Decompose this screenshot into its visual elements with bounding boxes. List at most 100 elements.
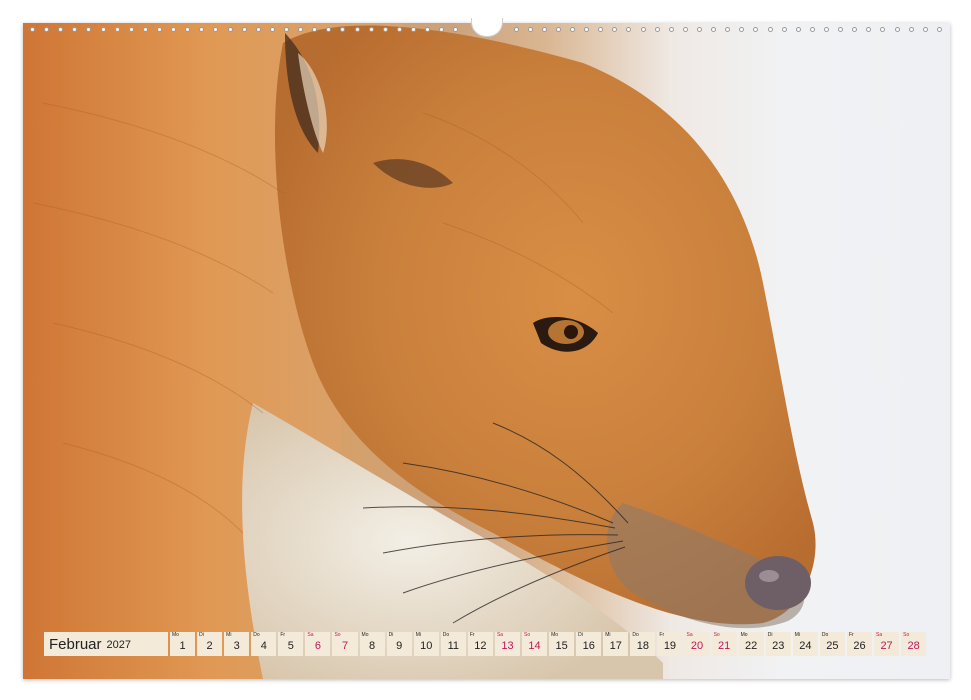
day-abbreviation: Fr (848, 632, 854, 638)
day-number: 26 (853, 640, 866, 652)
binding-hole (72, 26, 78, 32)
binding-hole (185, 26, 191, 32)
day-cell: Mo 15 (549, 632, 575, 656)
day-number: 17 (609, 640, 622, 652)
day-abbreviation: Sa (496, 632, 504, 638)
binding-hole (326, 26, 332, 32)
day-abbreviation: Mo (361, 632, 369, 638)
day-cell: Mo 1 (170, 632, 196, 656)
day-cell: Fr 12 (467, 632, 493, 656)
day-number: 27 (880, 640, 893, 652)
day-cell: Di 16 (576, 632, 602, 656)
day-cell: Sa 6 (305, 632, 331, 656)
day-number: 16 (582, 640, 595, 652)
month-calendar-strip: Februar 2027 Mo 1 Di 2 Mi 3 Do 4 Fr 5 Sa 6 So 7 Mo 8 Di 9… (44, 632, 927, 656)
day-abbreviation: Mo (551, 632, 559, 638)
day-cell: So 21 (711, 632, 737, 656)
day-cell: Mi 3 (224, 632, 250, 656)
month-label-cell: Februar 2027 (44, 632, 168, 656)
binding-hole (527, 26, 533, 32)
day-number: 13 (501, 640, 514, 652)
day-number: 6 (314, 640, 321, 652)
day-number: 18 (636, 640, 649, 652)
binding-hole (58, 26, 64, 32)
day-abbreviation: Mo (172, 632, 179, 638)
day-number: 23 (772, 640, 785, 652)
day-abbreviation: Do (253, 632, 260, 638)
binding-hole (425, 26, 431, 32)
binding-hole (541, 26, 547, 32)
binding-hole (555, 26, 561, 32)
day-abbreviation: Sa (876, 632, 883, 638)
binding-hole (824, 26, 830, 32)
day-cell: Mi 24 (792, 632, 818, 656)
day-cell: Sa 20 (684, 632, 710, 656)
binding-hole (396, 26, 402, 32)
binding-hole (368, 26, 374, 32)
fox-portrait-image (23, 23, 950, 679)
binding-hole (298, 26, 304, 32)
day-abbreviation: Di (578, 632, 583, 638)
day-abbreviation: Fr (469, 632, 475, 638)
day-abbreviation: Do (632, 632, 639, 638)
binding-hole (439, 26, 445, 32)
binding-hole (654, 26, 660, 32)
day-number: 12 (474, 640, 487, 652)
day-cell: Fr 5 (278, 632, 304, 656)
day-number: 3 (233, 640, 240, 652)
binding-hole (255, 26, 261, 32)
binding-hole (809, 26, 815, 32)
day-cell: So 14 (522, 632, 548, 656)
day-abbreviation: So (713, 632, 720, 638)
day-number: 28 (907, 640, 920, 652)
binding-hole (795, 26, 801, 32)
binding-hole (682, 26, 688, 32)
day-abbreviation: Sa (686, 632, 693, 638)
day-number: 24 (799, 640, 812, 652)
binding-hole (410, 26, 416, 32)
binding-hole (570, 26, 576, 32)
binding-hole (626, 26, 632, 32)
day-cell: Mi 17 (603, 632, 629, 656)
binding-hole (199, 26, 205, 32)
binding-hole (668, 26, 674, 32)
day-number: 11 (447, 640, 460, 652)
day-abbreviation: Mi (415, 632, 421, 638)
day-abbreviation: Fr (280, 632, 286, 638)
binding-hole (354, 26, 360, 32)
binding-hole (598, 26, 604, 32)
binding-hole (922, 26, 928, 32)
day-abbreviation: So (524, 632, 531, 638)
binding-hole (128, 26, 134, 32)
day-cell: So 28 (901, 632, 927, 656)
binding-hole (241, 26, 247, 32)
month-name: Februar (49, 635, 102, 653)
binding-hole (213, 26, 219, 32)
binding-hole (86, 26, 92, 32)
binding-hole (340, 26, 346, 32)
day-number: 14 (528, 640, 541, 652)
binding-hole (894, 26, 900, 32)
day-abbreviation: Mi (794, 632, 801, 638)
day-cells: Mo 1 Di 2 Mi 3 Do 4 Fr 5 Sa 6 So 7 Mo 8 Di 9 Mi 10 Do 11 Fr 12 S… (170, 632, 927, 656)
month-year: 2027 (106, 639, 132, 651)
day-number: 25 (826, 640, 839, 652)
day-number: 5 (287, 640, 294, 652)
day-number: 15 (555, 640, 568, 652)
binding-hole (753, 26, 759, 32)
binding-hole (114, 26, 120, 32)
binding-hole (453, 26, 459, 32)
binding-hole (142, 26, 148, 32)
binding-hole (382, 26, 388, 32)
binding-hole (908, 26, 914, 32)
day-cell: Di 23 (765, 632, 791, 656)
day-abbreviation: So (903, 632, 910, 638)
day-abbreviation: Mo (740, 632, 748, 638)
day-number: 22 (745, 640, 758, 652)
binding-hole (283, 26, 289, 32)
binding-hole (880, 26, 886, 32)
binding-hole (156, 26, 162, 32)
day-number: 1 (179, 640, 186, 652)
day-abbreviation: Fr (659, 632, 665, 638)
day-cell: Do 4 (251, 632, 277, 656)
